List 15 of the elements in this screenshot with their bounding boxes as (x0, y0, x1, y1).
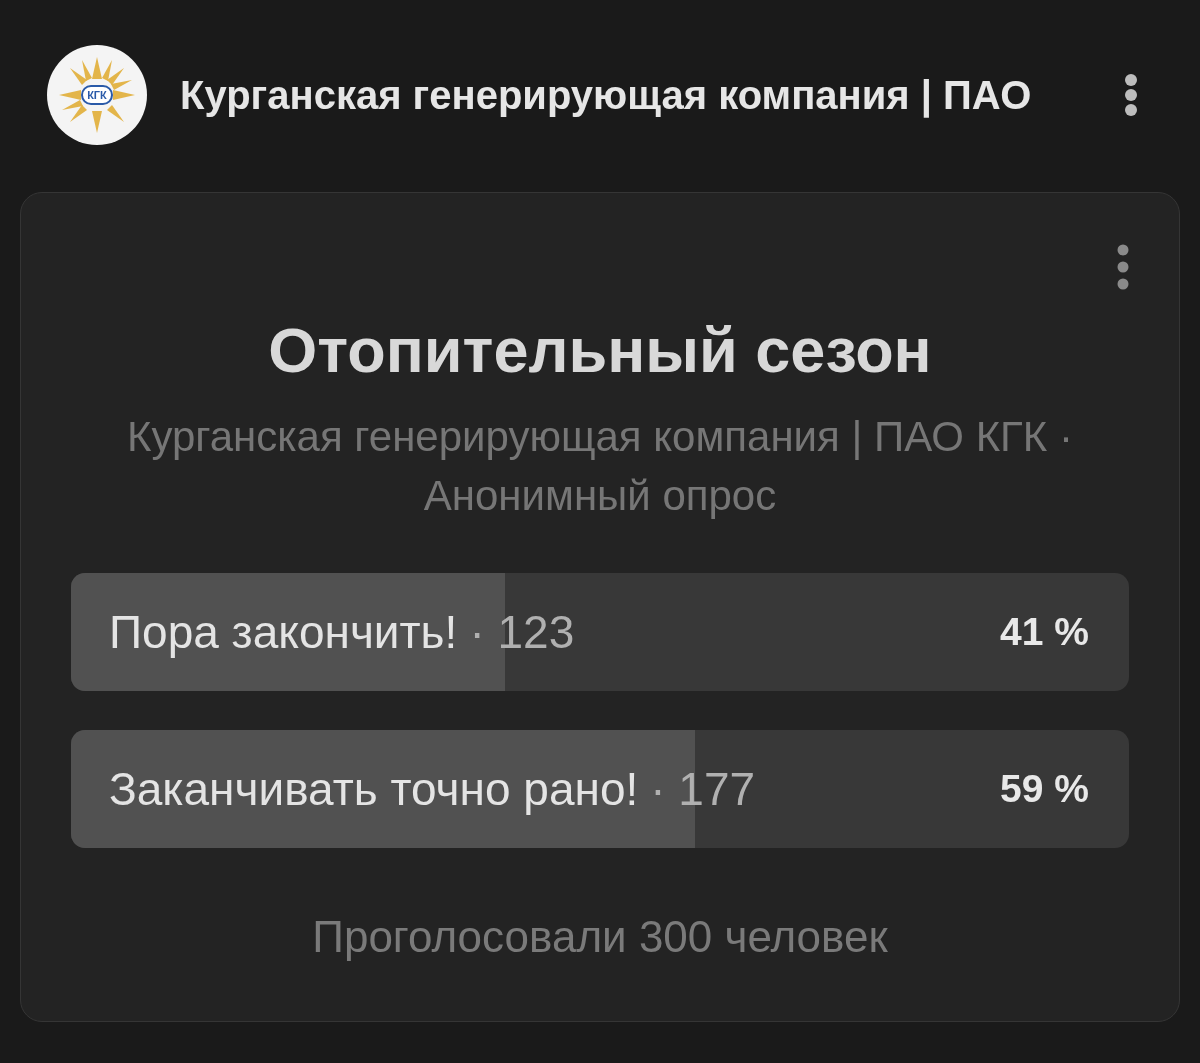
vote-percent: 41 % (1000, 608, 1089, 655)
vote-percent: 59 % (1000, 765, 1089, 812)
logo-badge: КГК (81, 85, 113, 105)
vote-count: · 177 (650, 761, 756, 817)
option-label: Заканчивать точно рано! (109, 761, 639, 817)
option-label: Пора закончить! (109, 604, 458, 660)
poll-subtitle: Курганская генерирующая компания | ПАО КГК · Анонимный опрос (126, 412, 1074, 521)
poll-option[interactable]: Заканчивать точно рано! · 177 59 % (71, 730, 1129, 848)
more-options-icon[interactable] (1117, 243, 1129, 291)
vote-count: · 123 (469, 604, 575, 660)
channel-title: Курганская генерирующая компания | ПАО (180, 73, 1032, 117)
poll-title: Отопительный сезон (267, 314, 933, 386)
more-options-icon[interactable] (1124, 73, 1138, 117)
poll-option[interactable]: Пора закончить! · 123 41 % (71, 573, 1129, 691)
voters-count: Проголосовали 300 человек (312, 911, 888, 963)
